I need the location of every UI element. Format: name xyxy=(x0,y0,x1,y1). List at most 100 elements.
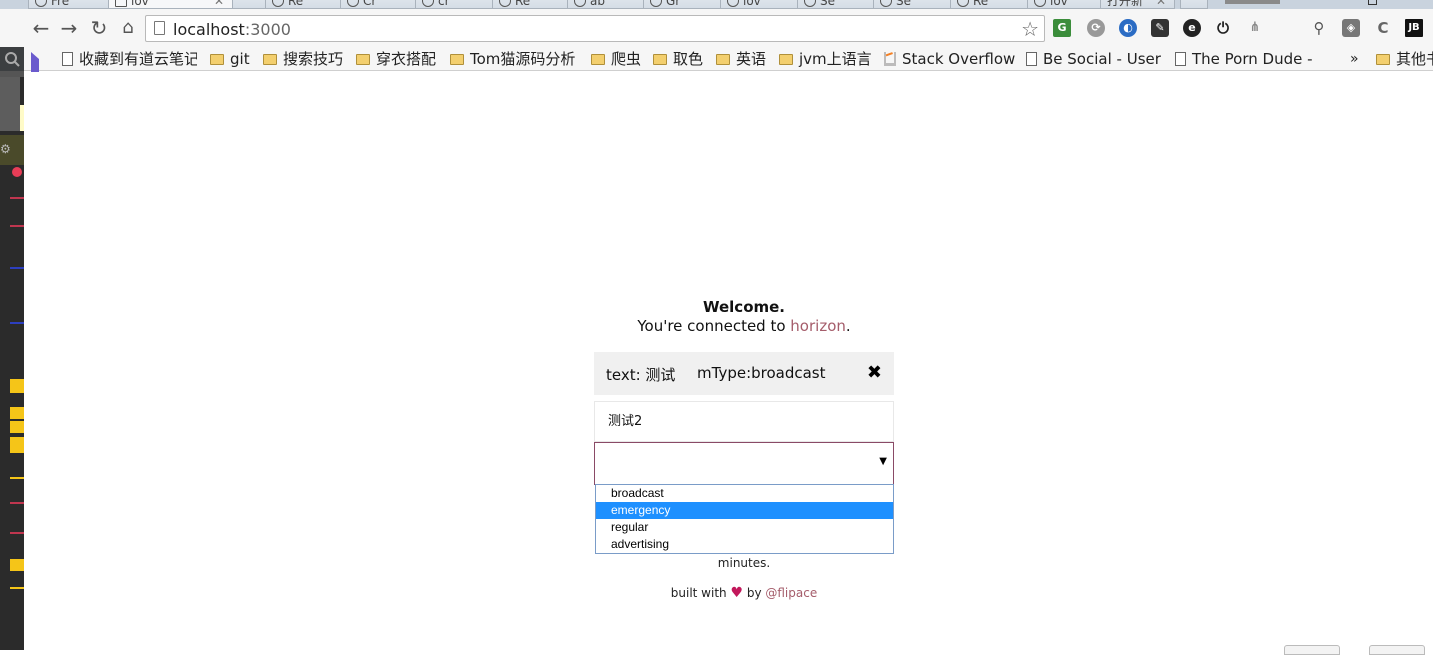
folder-icon xyxy=(210,54,224,65)
bookmark-folder-clothing[interactable]: 穿衣搭配 xyxy=(356,48,436,70)
corner-button[interactable] xyxy=(1369,645,1425,655)
bookmark-porn-dude[interactable]: The Porn Dude - xyxy=(1175,48,1315,70)
jetbrains-extension-icon[interactable]: JB xyxy=(1405,19,1423,37)
bookmark-folder-git[interactable]: git xyxy=(210,48,250,70)
marker-block xyxy=(10,379,24,393)
page-icon xyxy=(1175,52,1186,66)
browser-tab[interactable]: 打开新 ✕ xyxy=(1100,0,1175,9)
gmail-icon xyxy=(574,0,586,7)
url-text[interactable]: localhost:3000 xyxy=(173,20,291,39)
select-option-broadcast[interactable]: broadcast xyxy=(596,485,893,502)
heart-icon: ♥ xyxy=(730,585,744,601)
folder-icon xyxy=(591,54,605,65)
marker-line xyxy=(10,502,24,504)
message-type: mType:broadcast xyxy=(697,364,826,382)
folder-icon xyxy=(716,54,730,65)
site-icon xyxy=(499,0,511,7)
maximize-icon[interactable] xyxy=(1368,0,1377,5)
error-icon xyxy=(12,167,22,177)
folder-icon xyxy=(653,54,667,65)
folder-icon xyxy=(263,54,277,65)
new-tab-button[interactable] xyxy=(1180,0,1208,9)
forward-button[interactable]: → xyxy=(58,17,80,39)
search-icon-area xyxy=(0,47,24,71)
bookmark-folder-jvm[interactable]: jvm上语言 xyxy=(779,48,872,70)
message-card: text: 测试 mType:broadcast ✖ xyxy=(594,352,894,395)
github-icon xyxy=(35,0,47,7)
stackoverflow-icon xyxy=(884,52,896,66)
reload-button[interactable]: ↻ xyxy=(88,17,110,39)
c-extension-icon[interactable]: C xyxy=(1374,19,1392,37)
background-window-strip: ⚙ xyxy=(0,47,24,650)
select-option-advertising[interactable]: advertising xyxy=(596,536,893,553)
bookmark-star-icon[interactable]: ☆ xyxy=(1021,17,1039,41)
close-icon[interactable]: ✖ xyxy=(867,362,882,383)
e-extension-icon[interactable]: e xyxy=(1183,19,1201,37)
page-icon xyxy=(1026,52,1037,66)
zoom-extension-icon[interactable]: ⚲ xyxy=(1310,19,1328,37)
github-icon xyxy=(422,0,434,7)
site-icon xyxy=(272,0,284,7)
chevron-down-icon[interactable]: ▼ xyxy=(879,456,887,467)
translate-extension-icon[interactable]: G xyxy=(1053,19,1071,37)
message-text: text: 测试 xyxy=(606,366,676,384)
page-icon xyxy=(115,0,127,7)
back-button[interactable]: ← xyxy=(30,17,52,39)
close-icon[interactable]: ✕ xyxy=(1156,0,1166,8)
github-icon xyxy=(727,0,739,7)
corner-button[interactable] xyxy=(1284,645,1340,655)
profile-badge[interactable] xyxy=(1225,0,1280,4)
connection-status: You're connected to horizon. xyxy=(637,317,851,335)
horizon-link[interactable]: horizon xyxy=(790,317,846,335)
settings-bar: ⚙ xyxy=(0,135,24,165)
globe-extension-icon[interactable]: ◐ xyxy=(1119,19,1137,37)
bookmark-folder-tomcat[interactable]: Tom猫源码分析 xyxy=(450,48,575,70)
power-extension-icon[interactable]: ⏻ xyxy=(1214,19,1232,37)
bookmark-folder-crawler[interactable]: 爬虫 xyxy=(591,48,641,70)
address-bar[interactable]: localhost:3000 ☆ xyxy=(145,15,1045,42)
marker-block xyxy=(10,407,24,419)
bookmark-be-social[interactable]: Be Social - User xyxy=(1026,48,1161,70)
folder-icon xyxy=(1376,54,1390,65)
github-icon xyxy=(880,0,892,7)
panel-block xyxy=(0,77,20,131)
bookmarks-overflow-button[interactable]: » xyxy=(1350,48,1359,70)
github-icon xyxy=(1034,0,1046,7)
select-dropdown-list: broadcast emergency regular advertising xyxy=(595,484,894,554)
shield-extension-icon[interactable]: ◈ xyxy=(1342,19,1360,37)
marker-block xyxy=(10,437,24,453)
folder-icon xyxy=(779,54,793,65)
tab-strip: Fre✕ lov✕ Re✕ Re✕ Cr✕ cr✕ Re✕ ab✕ Gr✕ lo… xyxy=(0,0,1433,9)
welcome-block: Welcome. You're connected to horizon. xyxy=(24,298,1433,336)
folder-icon xyxy=(450,54,464,65)
message-text-input[interactable]: 测试2 xyxy=(594,401,894,442)
bookmark-youdao[interactable]: 收藏到有道云笔记 xyxy=(62,48,197,70)
close-icon[interactable]: ✕ xyxy=(214,0,224,8)
home-button[interactable]: ⌂ xyxy=(117,17,139,39)
sitemap-extension-icon[interactable]: ⋔ xyxy=(1246,19,1264,37)
bookmark-folder-search[interactable]: 搜索技巧 xyxy=(263,48,343,70)
bookmarks-bar: 收藏到有道云笔记 git 搜索技巧 穿衣搭配 Tom猫源码分析 爬虫 取色 英语… xyxy=(0,47,1433,80)
marker-block xyxy=(10,421,24,433)
site-icon xyxy=(347,0,359,7)
browser-tab-active[interactable]: lov ✕ xyxy=(108,0,233,9)
message-type-select[interactable]: ▼ xyxy=(594,442,894,485)
bookmark-folder-english[interactable]: 英语 xyxy=(716,48,766,70)
footer: built with ♥ by @flipace xyxy=(670,585,818,601)
marker-line xyxy=(10,197,24,199)
search-icon xyxy=(5,52,20,67)
page-icon xyxy=(154,21,165,35)
sync-extension-icon[interactable]: ⟳ xyxy=(1087,19,1105,37)
browser-toolbar: ← → ↻ ⌂ localhost:3000 ☆ G ⟳ ◐ ✎ e ⏻ ⋔ ⚲… xyxy=(0,9,1433,47)
author-link[interactable]: @flipace xyxy=(765,586,817,600)
marker-line xyxy=(10,587,24,589)
other-bookmarks-folder[interactable]: 其他书 xyxy=(1376,48,1433,70)
gmail-icon xyxy=(650,0,662,7)
bookmark-folder-color[interactable]: 取色 xyxy=(653,48,703,70)
marker-line xyxy=(10,477,24,479)
select-option-emergency[interactable]: emergency xyxy=(596,502,893,519)
bookmark-stackoverflow[interactable]: Stack Overflow xyxy=(884,48,1015,70)
evernote-extension-icon[interactable]: ✎ xyxy=(1151,19,1169,37)
marker-line xyxy=(10,267,24,269)
select-option-regular[interactable]: regular xyxy=(596,519,893,536)
